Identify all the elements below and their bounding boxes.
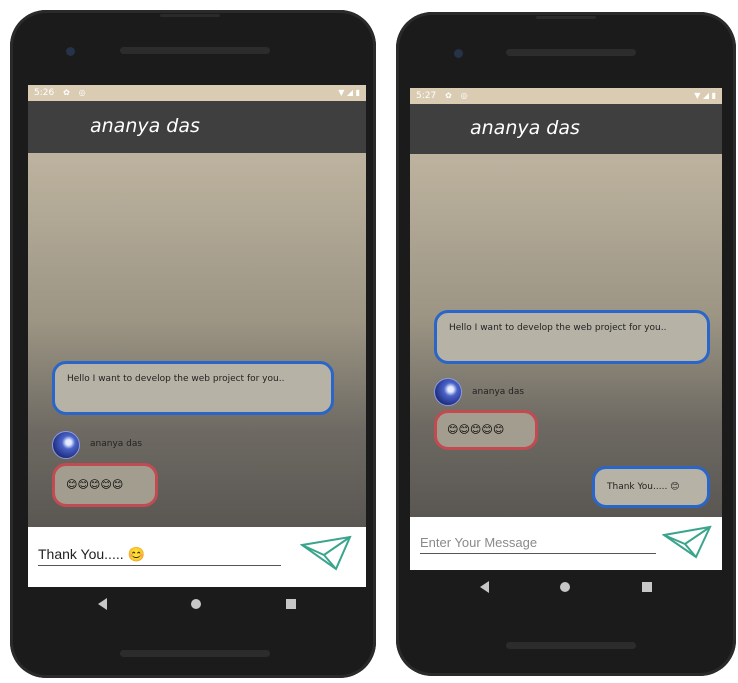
signal-icon: ◢: [702, 91, 710, 100]
chat-area[interactable]: Hello I want to develop the web project …: [410, 154, 722, 517]
contact-name-title: ananya das: [470, 117, 580, 139]
received-message-bubble[interactable]: Hello I want to develop the web project …: [52, 361, 334, 415]
emoji-message-bubble[interactable]: 😊😊😊😊😊: [434, 410, 538, 450]
received-message-text: Hello I want to develop the web project …: [67, 374, 285, 384]
back-icon[interactable]: [98, 598, 108, 610]
phone-top-line: [536, 16, 596, 19]
emoji-message-bubble[interactable]: 😊😊😊😊😊: [52, 463, 158, 507]
emoji-message-text: 😊😊😊😊😊: [66, 478, 124, 491]
screen: 5:27 ✿ ◎ ▼ ◢ ▮ ananya das Hello I want t…: [410, 88, 722, 570]
front-camera: [66, 47, 75, 56]
send-icon: [661, 525, 712, 559]
message-input[interactable]: [38, 543, 281, 566]
message-input[interactable]: [420, 531, 656, 554]
sender-name: ananya das: [472, 387, 525, 397]
status-right-icons: ▼ ◢ ▮: [338, 85, 360, 101]
emoji-message-text: 😊😊😊😊😊: [447, 423, 505, 436]
avatar[interactable]: [52, 431, 80, 459]
battery-icon: ▮: [355, 88, 360, 97]
front-camera: [454, 49, 463, 58]
bottom-speaker: [120, 650, 270, 657]
recents-icon[interactable]: [285, 599, 296, 609]
settings-icon: ✿: [63, 88, 70, 97]
bottom-speaker: [506, 642, 636, 649]
status-bar: 5:27 ✿ ◎ ▼ ◢ ▮: [410, 88, 722, 104]
contact-name-title: ananya das: [90, 115, 200, 137]
vpn-icon: ◎: [460, 91, 468, 100]
earpiece-speaker: [506, 49, 636, 56]
app-bar: ananya das: [28, 101, 366, 153]
home-icon[interactable]: [560, 582, 571, 592]
send-button[interactable]: [299, 535, 352, 571]
phone-top-line: [160, 14, 220, 17]
wifi-icon: ▼: [338, 88, 345, 97]
avatar[interactable]: [434, 378, 462, 406]
vpn-icon: ◎: [78, 88, 86, 97]
message-input-bar: [410, 517, 722, 570]
send-button[interactable]: [661, 525, 712, 559]
sent-message-bubble[interactable]: Thank You..... 😊: [592, 466, 710, 508]
battery-icon: ▮: [711, 91, 716, 100]
recents-icon[interactable]: [642, 582, 653, 592]
send-icon: [299, 535, 352, 571]
status-bar: 5:26 ✿ ◎ ▼ ◢ ▮: [28, 85, 366, 101]
nav-bar: [444, 575, 688, 599]
status-time: 5:26: [34, 88, 55, 98]
settings-icon: ✿: [445, 91, 452, 100]
sender-name: ananya das: [90, 439, 143, 449]
earpiece-speaker: [120, 47, 270, 54]
wifi-icon: ▼: [694, 91, 701, 100]
message-input-bar: [28, 527, 366, 587]
chat-area[interactable]: Hello I want to develop the web project …: [28, 153, 366, 527]
back-icon[interactable]: [479, 581, 489, 593]
home-icon[interactable]: [191, 599, 202, 609]
nav-bar: [56, 592, 338, 616]
received-message-bubble[interactable]: Hello I want to develop the web project …: [434, 310, 710, 364]
status-right-icons: ▼ ◢ ▮: [694, 88, 716, 104]
received-message-text: Hello I want to develop the web project …: [449, 323, 667, 333]
status-time: 5:27: [416, 91, 437, 101]
phone-left: 5:26 ✿ ◎ ▼ ◢ ▮ ananya das Hello I want t…: [10, 10, 376, 678]
app-bar: ananya das: [410, 104, 722, 154]
screen: 5:26 ✿ ◎ ▼ ◢ ▮ ananya das Hello I want t…: [28, 85, 366, 587]
sent-message-text: Thank You..... 😊: [607, 482, 680, 492]
signal-icon: ◢: [346, 88, 354, 97]
phone-right: 5:27 ✿ ◎ ▼ ◢ ▮ ananya das Hello I want t…: [396, 12, 736, 676]
